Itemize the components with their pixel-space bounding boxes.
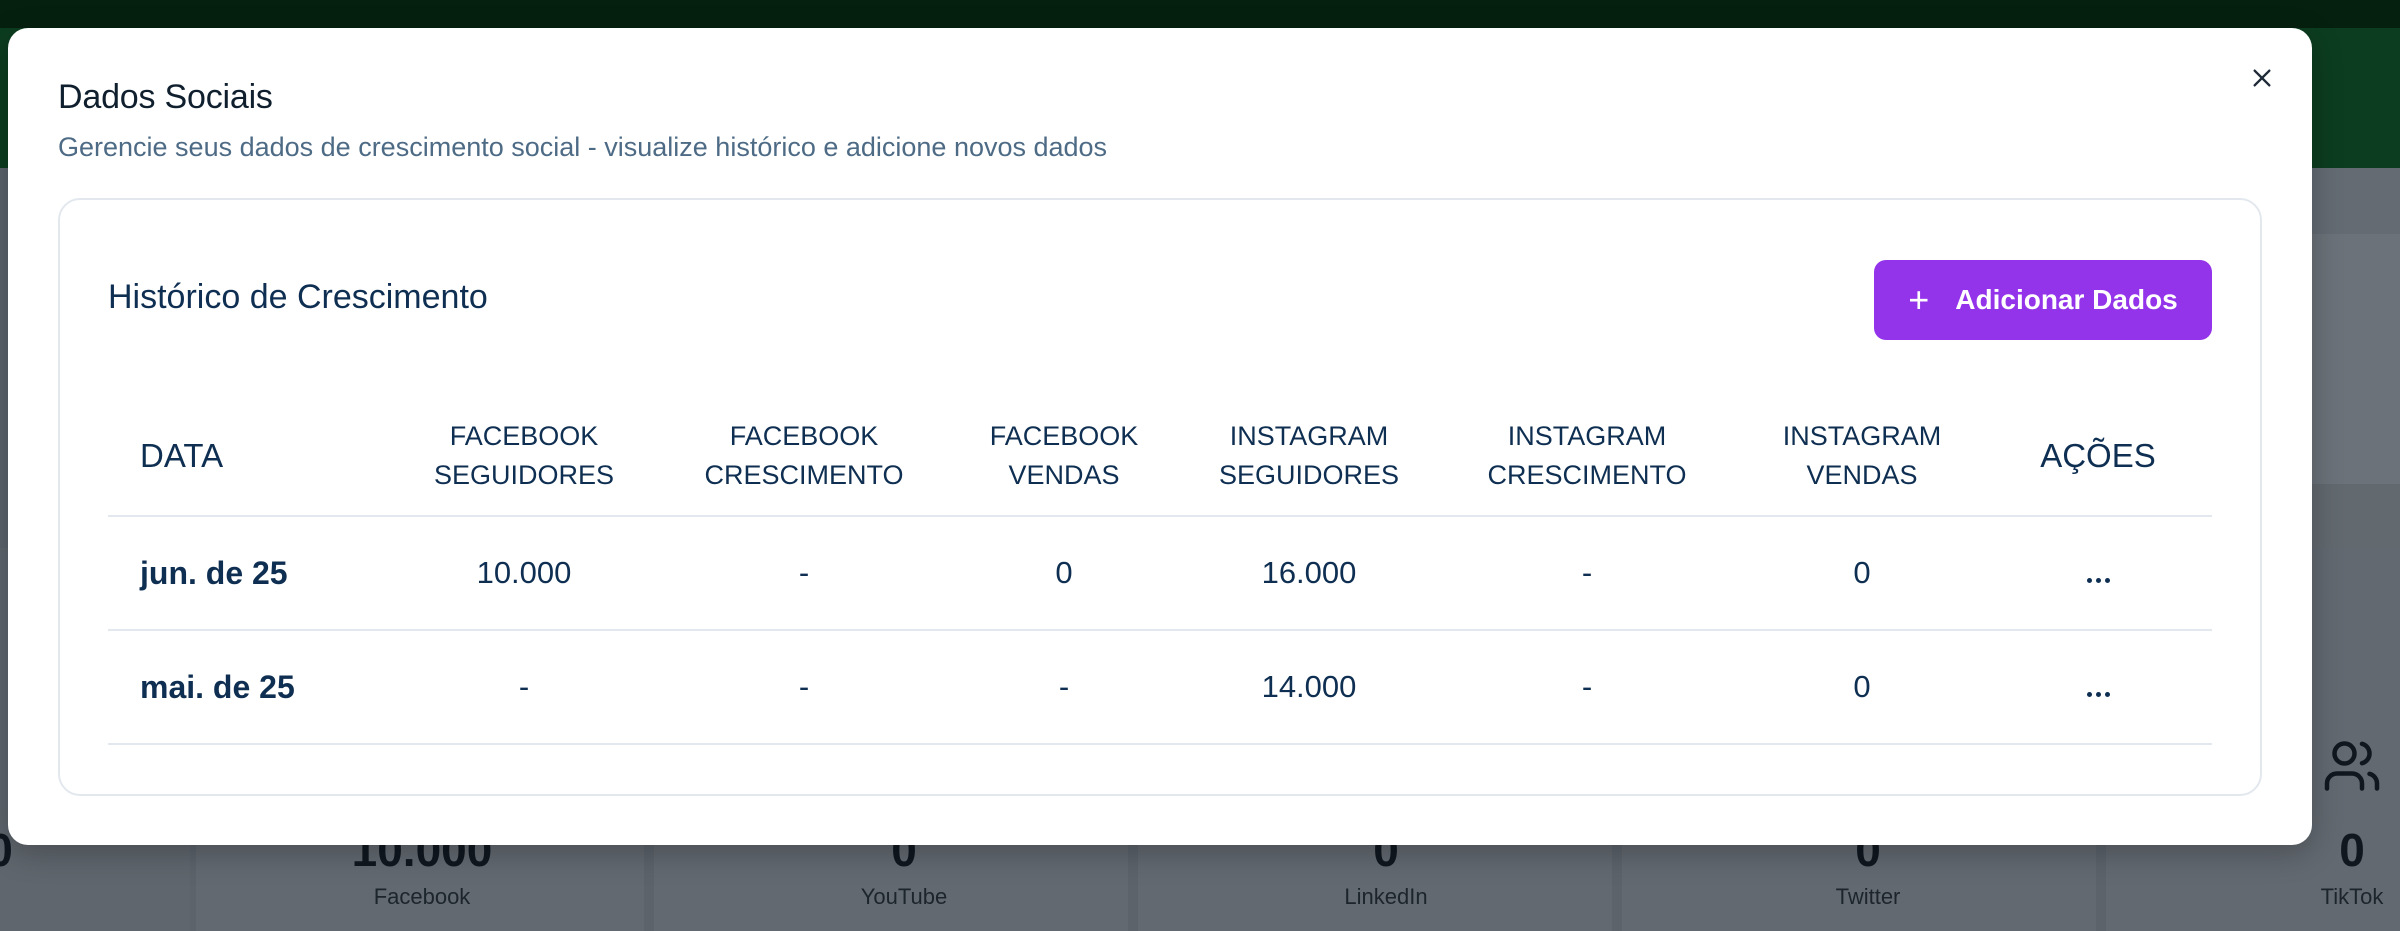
add-data-button[interactable]: + Adicionar Dados	[1874, 260, 2212, 340]
background-panel	[2300, 484, 2400, 548]
history-title: Histórico de Crescimento	[108, 278, 488, 316]
background-stat-label: YouTube	[860, 884, 948, 909]
column-header-instagram-followers: INSTAGRAM SEGUIDORES	[1184, 396, 1434, 517]
background-topbar-strip	[0, 0, 2400, 28]
cell-instagram-followers: 16.000	[1184, 516, 1434, 631]
cell-actions	[1984, 516, 2212, 631]
column-header-instagram-growth: INSTAGRAM CRESCIMENTO	[1434, 396, 1740, 517]
column-header-facebook-growth: FACEBOOK CRESCIMENTO	[664, 396, 944, 517]
add-data-button-label: Adicionar Dados	[1955, 284, 2178, 315]
cell-instagram-sales: 0	[1740, 516, 1984, 631]
cell-instagram-followers: 14.000	[1184, 630, 1434, 745]
modal-subtitle: Gerencie seus dados de crescimento socia…	[58, 132, 1108, 162]
close-button[interactable]	[2244, 60, 2280, 96]
table-header-row: DATA FACEBOOK SEGUIDORES FACEBOOK CRESCIME…	[108, 396, 2212, 517]
background-stat-label: Facebook	[373, 884, 471, 909]
background-stat-label: Twitter	[1835, 884, 1901, 909]
more-horizontal-icon[interactable]	[2079, 570, 2118, 591]
background-panel	[2300, 234, 2400, 484]
close-icon	[2253, 69, 2271, 87]
cell-facebook-growth: -	[664, 630, 944, 745]
table-row: mai. de 25 - - - 14.000 - 0	[108, 630, 2212, 745]
cell-date: mai. de 25	[108, 630, 384, 745]
history-table: DATA FACEBOOK SEGUIDORES FACEBOOK CRESCIME…	[108, 396, 2212, 745]
more-horizontal-icon[interactable]	[2079, 684, 2118, 705]
cell-actions	[1984, 630, 2212, 745]
column-header-data: DATA	[108, 396, 384, 517]
column-header-actions: AÇÕES	[1984, 396, 2212, 517]
plus-icon: +	[1908, 279, 1930, 320]
column-header-instagram-sales: INSTAGRAM VENDAS	[1740, 396, 1984, 517]
cell-instagram-sales: 0	[1740, 630, 1984, 745]
cell-facebook-followers: -	[384, 630, 664, 745]
cell-instagram-growth: -	[1434, 516, 1740, 631]
cell-date: jun. de 25	[108, 516, 384, 631]
modal-title: Dados Sociais	[58, 78, 273, 116]
cell-facebook-growth: -	[664, 516, 944, 631]
cell-facebook-followers: 10.000	[384, 516, 664, 631]
cell-facebook-sales: -	[944, 630, 1184, 745]
users-icon	[2324, 741, 2380, 791]
table-row: jun. de 25 10.000 - 0 16.000 - 0	[108, 516, 2212, 631]
column-header-facebook-sales: FACEBOOK VENDAS	[944, 396, 1184, 517]
cell-instagram-growth: -	[1434, 630, 1740, 745]
background-stat-label: TikTok	[2320, 884, 2384, 909]
background-stat-label: LinkedIn	[1344, 884, 1428, 909]
cell-facebook-sales: 0	[944, 516, 1184, 631]
background-panel	[2300, 168, 2400, 234]
column-header-facebook-followers: FACEBOOK SEGUIDORES	[384, 396, 664, 517]
